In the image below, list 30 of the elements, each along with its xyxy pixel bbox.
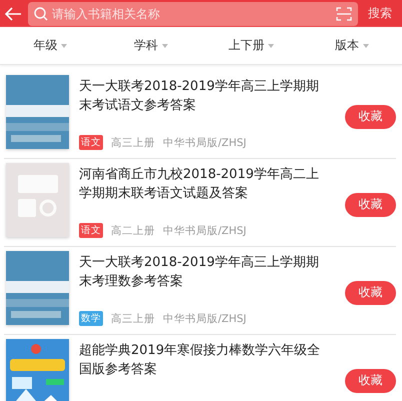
publisher-label: 中华书局版/ZHSJ [163,312,246,326]
filter-dropdown[interactable]: 上下册 [201,27,302,64]
filter-dropdown[interactable]: 学科 [100,27,201,64]
grade-label: 高三上册 [111,136,155,150]
search-icon [34,6,48,20]
filter-dropdown[interactable]: 年级 [0,27,100,64]
subject-tag: 语文 [79,223,103,238]
book-title[interactable]: 天一大联考2018-2019学年高三上学期期末考试语文参考答案 [79,77,321,115]
publisher-label: 中华书局版/ZHSJ [163,224,246,238]
caret-icon [362,44,369,48]
book-title[interactable]: 天一大联考2018-2019学年高三上学期期末考理数参考答案 [79,253,321,291]
caret-icon [268,44,274,48]
grade-label: 高二上册 [111,224,155,238]
scan-icon[interactable] [336,6,352,20]
filter-dropdown[interactable]: 版本 [302,27,402,64]
book-title[interactable]: 河南省商丘市九校2018-2019学年高二上学期期末联考语文试题及答案 [79,165,321,203]
subject-tag: 数学 [79,311,103,326]
caret-icon [162,44,168,48]
search-field[interactable]: 请输入书籍相关名称 [28,2,358,26]
collect-button[interactable]: 收藏 [345,192,396,216]
collect-button[interactable]: 收藏 [345,104,396,128]
book-title[interactable]: 超能学典2019年寒假接力棒数学六年级全国版参考答案 [79,341,321,379]
collect-button[interactable]: 收藏 [345,280,396,304]
collect-button[interactable]: 收藏 [345,368,396,392]
subject-tag: 语文 [79,135,103,150]
grade-label: 高三上册 [111,312,155,326]
publisher-label: 中华书局版/ZHSJ [163,136,246,150]
back-arrow-icon[interactable] [4,6,22,20]
search-input[interactable]: 请输入书籍相关名称 [52,6,332,20]
caret-icon [61,44,68,48]
